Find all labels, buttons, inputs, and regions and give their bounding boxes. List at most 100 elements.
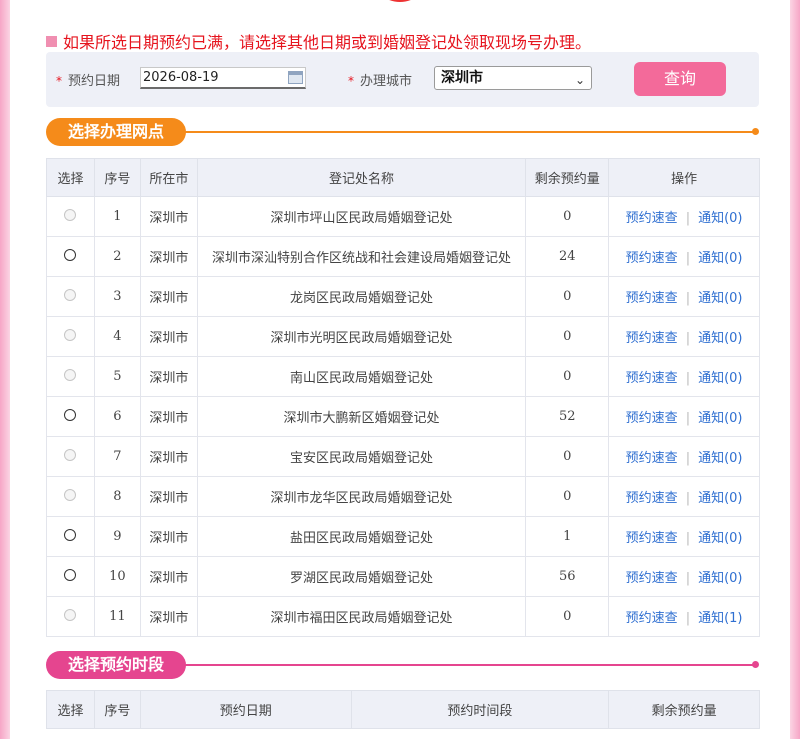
action-separator: | [685,491,691,506]
table-row: 1 深圳市 深圳市坪山区民政局婚姻登记处 0 预约速查 | 通知(0) [46,196,760,237]
section-divider-line [166,131,755,133]
row-office-name: 深圳市深汕特别合作区统战和社会建设局婚姻登记处 [196,236,527,277]
slot-header-remaining: 剩余预约量 [608,690,760,729]
notice-link[interactable]: 通知(0) [698,411,742,426]
select-cell [46,276,95,317]
quick-check-link[interactable]: 预约速查 [626,611,678,626]
city-select[interactable]: 深圳市 ⌄ [434,66,592,90]
quick-check-link[interactable]: 预约速查 [626,331,678,346]
notice-link[interactable]: 通知(0) [698,251,742,266]
row-city: 深圳市 [139,396,198,437]
select-cell [46,436,95,477]
section-divider-line [166,664,755,666]
select-cell [46,196,95,237]
row-number: 7 [93,436,141,477]
notice-link[interactable]: 通知(1) [698,611,742,626]
row-remaining: 56 [525,556,610,597]
slot-header-date: 预约日期 [139,690,352,729]
row-city: 深圳市 [139,276,198,317]
row-number: 3 [93,276,141,317]
row-office-name: 深圳市龙华区民政局婚姻登记处 [196,476,527,517]
row-number: 8 [93,476,141,517]
row-office-name: 宝安区民政局婚姻登记处 [196,436,527,477]
calendar-icon[interactable] [288,71,303,84]
row-radio-button[interactable] [64,248,77,261]
query-panel: * 预约日期 2026-08-19 * 办理城市 深圳市 ⌄ 查询 [46,52,759,107]
quick-check-link[interactable]: 预约速查 [626,211,678,226]
header-actions: 操作 [608,158,760,197]
quick-check-link[interactable]: 预约速查 [626,371,678,386]
quick-check-link[interactable]: 预约速查 [626,571,678,586]
row-actions: 预约速查 | 通知(0) [608,556,760,597]
notice-link[interactable]: 通知(0) [698,531,742,546]
row-remaining: 24 [525,236,610,277]
date-label: * 预约日期 [56,74,121,89]
table-row: 8 深圳市 深圳市龙华区民政局婚姻登记处 0 预约速查 | 通知(0) [46,476,760,517]
action-separator: | [685,211,691,226]
slot-header-no: 序号 [93,690,141,729]
notice-link[interactable]: 通知(0) [698,371,742,386]
header-office-name: 登记处名称 [196,158,527,197]
row-number: 10 [93,556,141,597]
branch-table: 选择 序号 所在市 登记处名称 剩余预约量 操作 1 深圳市 深圳市坪山区民政局婚姻… [46,158,760,637]
select-cell [46,316,95,357]
quick-check-link[interactable]: 预约速查 [626,291,678,306]
row-actions: 预约速查 | 通知(0) [608,356,760,397]
top-decor-ornament [370,0,430,2]
notice-link[interactable]: 通知(0) [698,291,742,306]
header-no: 序号 [93,158,141,197]
row-city: 深圳市 [139,196,198,237]
required-star-icon: * [56,74,62,88]
row-number: 5 [93,356,141,397]
row-radio-button [64,208,77,221]
row-city: 深圳市 [139,436,198,477]
row-actions: 预约速查 | 通知(0) [608,236,760,277]
row-office-name: 龙岗区民政局婚姻登记处 [196,276,527,317]
select-cell [46,556,95,597]
row-office-name: 深圳市福田区民政局婚姻登记处 [196,596,527,637]
notice-link[interactable]: 通知(0) [698,331,742,346]
quick-check-link[interactable]: 预约速查 [626,251,678,266]
section-slot-header: 选择预约时段 [46,651,759,679]
table-row: 2 深圳市 深圳市深汕特别合作区统战和社会建设局婚姻登记处 24 预约速查 | 通知(0) [46,236,760,277]
query-button[interactable]: 查询 [634,62,726,96]
quick-check-link[interactable]: 预约速查 [626,531,678,546]
table-row: 3 深圳市 龙岗区民政局婚姻登记处 0 预约速查 | 通知(0) [46,276,760,317]
row-radio-button[interactable] [64,408,77,421]
row-city: 深圳市 [139,596,198,637]
table-row: 11 深圳市 深圳市福田区民政局婚姻登记处 0 预约速查 | 通知(1) [46,596,760,637]
slot-table-header-row: 选择 序号 预约日期 预约时间段 剩余预约量 [46,690,760,729]
row-actions: 预约速查 | 通知(0) [608,476,760,517]
notice-link[interactable]: 通知(0) [698,211,742,226]
notice-link[interactable]: 通知(0) [698,491,742,506]
row-remaining: 0 [525,196,610,237]
action-separator: | [685,611,691,626]
row-actions: 预约速查 | 通知(0) [608,196,760,237]
select-cell [46,356,95,397]
row-radio-button[interactable] [64,528,77,541]
row-radio-button [64,368,77,381]
section-divider-dot [752,128,759,135]
slot-table: 选择 序号 预约日期 预约时间段 剩余预约量 [46,690,760,729]
row-office-name: 盐田区民政局婚姻登记处 [196,516,527,557]
row-office-name: 深圳市光明区民政局婚姻登记处 [196,316,527,357]
section-slot-title: 选择预约时段 [46,651,187,679]
row-remaining: 0 [525,276,610,317]
quick-check-link[interactable]: 预约速查 [626,491,678,506]
action-separator: | [685,251,691,266]
action-separator: | [685,451,691,466]
row-radio-button[interactable] [64,568,77,581]
quick-check-link[interactable]: 预约速查 [626,451,678,466]
quick-check-link[interactable]: 预约速查 [626,411,678,426]
action-separator: | [685,531,691,546]
row-number: 6 [93,396,141,437]
row-remaining: 0 [525,596,610,637]
table-row: 4 深圳市 深圳市光明区民政局婚姻登记处 0 预约速查 | 通知(0) [46,316,760,357]
date-input[interactable]: 2026-08-19 [140,67,306,89]
table-row: 9 深圳市 盐田区民政局婚姻登记处 1 预约速查 | 通知(0) [46,516,760,557]
row-actions: 预约速查 | 通知(0) [608,316,760,357]
notice-banner: 如果所选日期预约已满，请选择其他日期或到婚姻登记处领取现场号办理。 [46,30,591,52]
notice-link[interactable]: 通知(0) [698,571,742,586]
notice-link[interactable]: 通知(0) [698,451,742,466]
row-actions: 预约速查 | 通知(0) [608,436,760,477]
